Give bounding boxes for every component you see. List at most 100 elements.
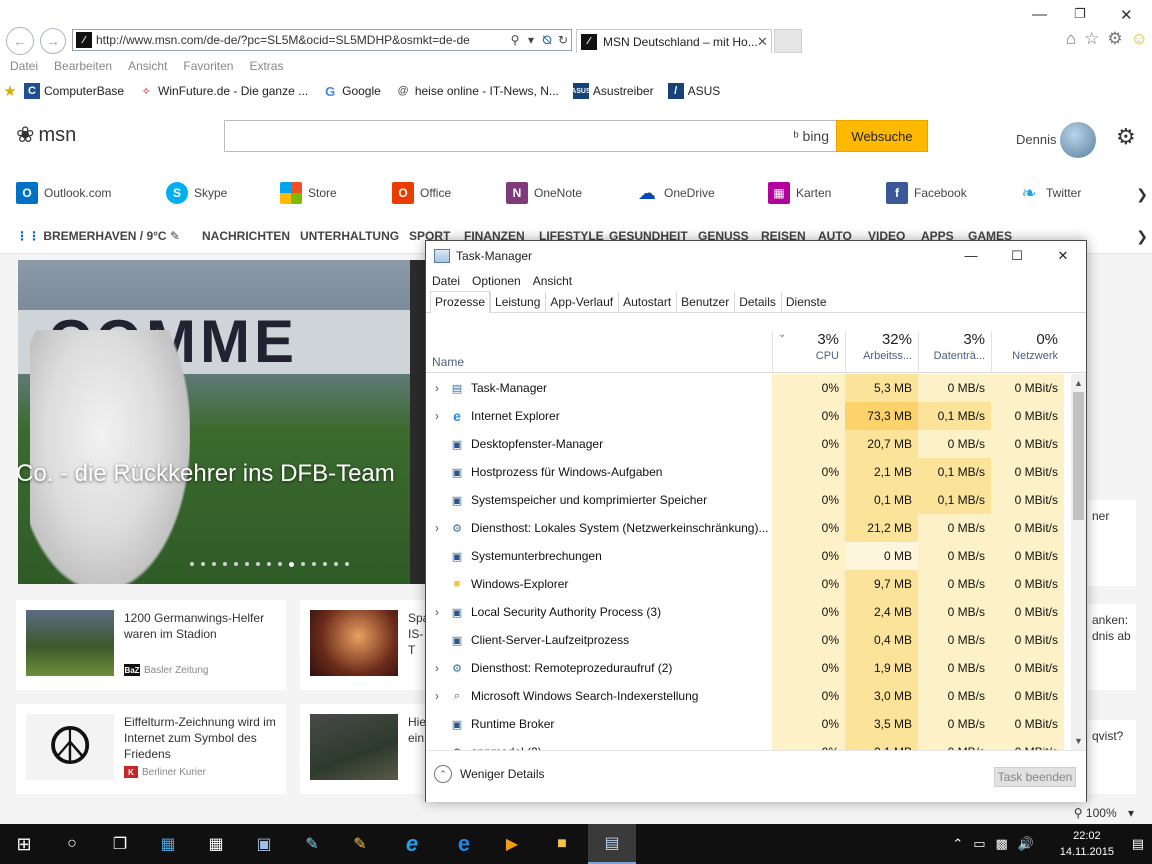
menu-favoriten[interactable]: Favoriten: [183, 59, 233, 73]
end-task-button[interactable]: Task beenden: [994, 767, 1076, 787]
menu-datei[interactable]: Datei: [432, 274, 460, 288]
app-onedrive[interactable]: ☁ OneDrive: [636, 182, 715, 204]
column-name[interactable]: Name: [432, 355, 464, 369]
nav-nachrichten[interactable]: NACHRICHTEN: [202, 229, 290, 243]
expand-chevron-icon[interactable]: ›: [426, 605, 448, 619]
favorite-item[interactable]: G Google: [320, 83, 381, 99]
app-karten[interactable]: ▦ Karten: [768, 182, 831, 204]
secondary-hero[interactable]: [410, 260, 426, 584]
tab-autostart[interactable]: Autostart: [618, 291, 676, 312]
tray-chevron-icon[interactable]: ⌃: [952, 836, 963, 852]
slide-dot[interactable]: [334, 562, 338, 566]
tab-prozesse[interactable]: Prozesse: [430, 291, 491, 313]
dropdown-arrow-icon[interactable]: ▾: [523, 33, 539, 47]
side-card[interactable]: anken: dnis ab: [1088, 604, 1136, 690]
menu-bearbeiten[interactable]: Bearbeiten: [54, 59, 112, 73]
slide-dot[interactable]: [312, 562, 316, 566]
app-store[interactable]: Store: [280, 182, 337, 204]
favorite-item[interactable]: ASUS Asustreiber: [571, 83, 654, 99]
network-icon[interactable]: ▩: [996, 836, 1008, 852]
taskbar-app[interactable]: ▦: [144, 824, 192, 864]
favorite-item[interactable]: @ heise online - IT-News, N...: [393, 83, 558, 99]
settings-gear-icon[interactable]: ⚙: [1116, 124, 1136, 150]
expand-chevron-icon[interactable]: ›: [426, 409, 448, 423]
minimize-icon[interactable]: —: [1032, 6, 1047, 23]
back-button[interactable]: ←: [6, 27, 34, 55]
process-row[interactable]: › ⚙ Diensthost: Lokales System (Netzwerkei…: [426, 514, 1070, 542]
column-memory[interactable]: 32% Arbeitss...: [845, 331, 918, 373]
minimize-icon[interactable]: —: [948, 248, 994, 263]
address-bar[interactable]: ∕ http://www.msn.com/de-de/?pc=SL5M&ocid…: [72, 29, 572, 51]
taskbar-app[interactable]: e: [388, 824, 436, 864]
app-office[interactable]: O Office: [392, 182, 451, 204]
news-card[interactable]: ☮ Eiffelturm-Zeichnung wird im Internet …: [16, 704, 286, 794]
taskbar-app[interactable]: ▶: [488, 824, 536, 864]
menu-ansicht[interactable]: Ansicht: [533, 274, 572, 288]
favorite-item[interactable]: ✧ WinFuture.de - Die ganze ...: [136, 83, 308, 99]
tab-leistung[interactable]: Leistung: [490, 291, 545, 312]
side-card[interactable]: qvist?: [1088, 720, 1136, 794]
forward-button[interactable]: →: [40, 28, 66, 54]
news-card[interactable]: Hie ein: [300, 704, 426, 794]
process-row[interactable]: › ⚙ Diensthost: Remoteprozeduraufruf (2) 0%…: [426, 654, 1070, 682]
process-row[interactable]: ▣ Systemspeicher und komprimierter Speich…: [426, 486, 1070, 514]
process-row[interactable]: ▣ Hostprozess für Windows-Aufgaben 0% 2,1 M…: [426, 458, 1070, 486]
expand-chevron-icon[interactable]: ›: [426, 521, 448, 535]
refresh-icon[interactable]: ↻: [555, 33, 571, 47]
favorites-star-icon[interactable]: ☆: [1084, 29, 1099, 49]
scroll-down-icon[interactable]: ▼: [1071, 734, 1086, 748]
slide-dot[interactable]: [345, 562, 349, 566]
favorites-star-icon[interactable]: ★: [2, 83, 18, 100]
avatar[interactable]: [1060, 122, 1096, 158]
slide-dot[interactable]: [301, 562, 305, 566]
search-input[interactable]: ᵇ bing Websuche: [224, 120, 928, 152]
taskbar-app[interactable]: e: [440, 824, 488, 864]
expand-chevron-icon[interactable]: ›: [426, 689, 448, 703]
smiley-feedback-icon[interactable]: ☺: [1131, 29, 1148, 49]
scroll-thumb[interactable]: [1073, 392, 1084, 520]
slide-dot[interactable]: [256, 562, 260, 566]
web-search-button[interactable]: Websuche: [836, 120, 928, 152]
column-disk[interactable]: 3% Datenträ...: [918, 331, 991, 373]
process-row[interactable]: ▣ Runtime Broker 0% 3,5 MB 0 MB/s 0 MBit/s: [426, 710, 1070, 738]
favorite-item[interactable]: C ComputerBase: [22, 83, 124, 99]
taskbar-app[interactable]: ✎: [288, 824, 336, 864]
address-url[interactable]: http://www.msn.com/de-de/?pc=SL5M&ocid=S…: [96, 33, 507, 47]
menu-optionen[interactable]: Optionen: [472, 274, 521, 288]
expand-chevron-icon[interactable]: ›: [426, 661, 448, 675]
clock[interactable]: 22:02 14.11.2015: [1060, 828, 1114, 860]
hero-slideshow[interactable]: COMME Co. - die Rückkehrer ins DFB-Team: [18, 260, 410, 584]
slide-dot[interactable]: [201, 562, 205, 566]
tab-benutzer[interactable]: Benutzer: [676, 291, 734, 312]
slide-dot[interactable]: [190, 562, 194, 566]
msn-logo[interactable]: ❀ msn: [16, 122, 76, 148]
task-manager-titlebar[interactable]: Task-Manager — ☐ ✕: [426, 241, 1086, 271]
taskbar-app[interactable]: ✎: [336, 824, 384, 864]
close-icon[interactable]: ✕: [1040, 248, 1086, 264]
menu-datei[interactable]: Datei: [10, 59, 38, 73]
slide-dot[interactable]: [212, 562, 216, 566]
cortana-button[interactable]: ○: [48, 824, 96, 864]
nav-unterhaltung[interactable]: UNTERHALTUNG: [300, 229, 399, 243]
scroll-up-icon[interactable]: ▲: [1071, 376, 1086, 390]
categories-next-icon[interactable]: ❯: [1136, 228, 1148, 245]
notifications-icon[interactable]: ▤: [1132, 836, 1144, 852]
taskbar-app-active[interactable]: ▤: [588, 824, 636, 864]
maximize-icon[interactable]: ☐: [994, 248, 1040, 264]
process-row[interactable]: ▣ Systemunterbrechungen 0% 0 MB 0 MB/s 0 MBit…: [426, 542, 1070, 570]
process-row[interactable]: ▣ Desktopfenster-Manager 0% 20,7 MB 0 MB/s 0 …: [426, 430, 1070, 458]
edit-pencil-icon[interactable]: ✎: [170, 229, 180, 243]
close-window-icon[interactable]: ✕: [1120, 6, 1133, 24]
slide-dot[interactable]: [267, 562, 271, 566]
menu-ansicht[interactable]: Ansicht: [128, 59, 167, 73]
process-list-scrollbar[interactable]: ▲ ▼: [1071, 374, 1086, 750]
process-row[interactable]: › ⌕ Microsoft Windows Search-Indexerstellu…: [426, 682, 1070, 710]
tools-gear-icon[interactable]: ⚙: [1107, 29, 1122, 49]
restore-icon[interactable]: ❐: [1074, 6, 1086, 22]
app-outlook[interactable]: O Outlook.com: [16, 182, 111, 204]
app-onenote[interactable]: N OneNote: [506, 182, 582, 204]
expand-chevron-icon[interactable]: ›: [426, 381, 448, 395]
slide-dot[interactable]: [234, 562, 238, 566]
column-network[interactable]: 0% Netzwerk: [991, 331, 1064, 373]
taskbar-app[interactable]: ■: [538, 824, 586, 864]
